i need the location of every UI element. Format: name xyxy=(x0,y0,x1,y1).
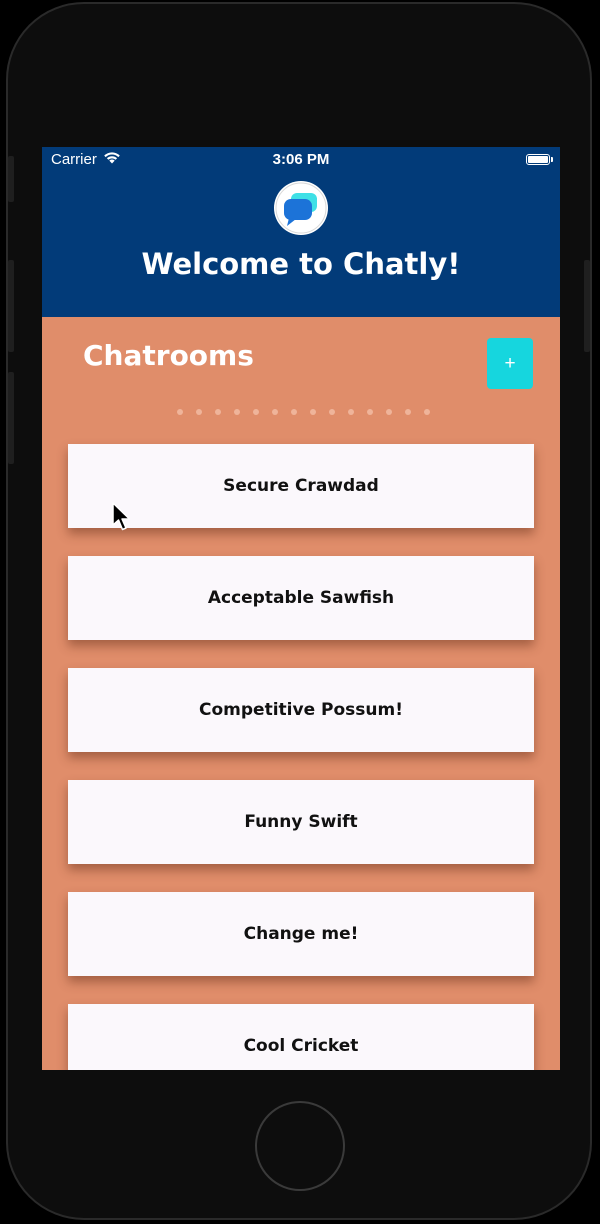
page-dot xyxy=(423,409,430,415)
add-chatroom-button[interactable]: + xyxy=(487,338,533,389)
app-screen: Carrier 3:06 PM Welcome to Chatly! Chatr… xyxy=(42,147,560,1070)
chatroom-card[interactable]: Competitive Possum! xyxy=(68,668,534,752)
status-bar: Carrier 3:06 PM xyxy=(42,147,560,173)
mouse-pointer-icon xyxy=(112,502,132,536)
volume-up-button xyxy=(8,260,14,352)
chatroom-name: Change me! xyxy=(243,924,359,944)
chatroom-card[interactable]: Secure Crawdad xyxy=(68,444,534,528)
page-dot xyxy=(366,409,373,415)
page-indicator xyxy=(42,409,560,415)
chatroom-name: Acceptable Sawfish xyxy=(207,588,395,608)
power-button xyxy=(584,260,590,352)
page-dot xyxy=(347,409,354,415)
page-dot xyxy=(252,409,259,415)
chatroom-card[interactable]: Acceptable Sawfish xyxy=(68,556,534,640)
chat-bubbles-logo-icon xyxy=(274,181,328,235)
chatroom-card[interactable]: Change me! xyxy=(68,892,534,976)
chatroom-name: Cool Cricket xyxy=(243,1036,359,1056)
mute-switch xyxy=(8,156,14,202)
page-dot xyxy=(271,409,278,415)
chatroom-list: Secure Crawdad Acceptable Sawfish Compet… xyxy=(68,444,534,1070)
page-dot xyxy=(176,409,183,415)
status-time: 3:06 PM xyxy=(272,151,330,168)
home-button[interactable] xyxy=(255,1101,345,1191)
page-dot xyxy=(290,409,297,415)
chatroom-name: Secure Crawdad xyxy=(223,476,379,496)
page-dot xyxy=(328,409,335,415)
page-dot xyxy=(214,409,221,415)
page-dot xyxy=(309,409,316,415)
chatroom-name: Competitive Possum! xyxy=(199,700,403,720)
chatrooms-heading: Chatrooms xyxy=(83,339,254,372)
page-dot xyxy=(385,409,392,415)
chatroom-name: Funny Swift xyxy=(244,812,358,832)
page-dot xyxy=(404,409,411,415)
battery-icon xyxy=(526,154,553,165)
welcome-title: Welcome to Chatly! xyxy=(141,247,461,281)
page-dot xyxy=(233,409,240,415)
page-dot xyxy=(195,409,202,415)
volume-down-button xyxy=(8,372,14,464)
app-header: Carrier 3:06 PM Welcome to Chatly! xyxy=(42,147,560,317)
chatroom-card[interactable]: Funny Swift xyxy=(68,780,534,864)
chatroom-card[interactable]: Cool Cricket xyxy=(68,1004,534,1070)
